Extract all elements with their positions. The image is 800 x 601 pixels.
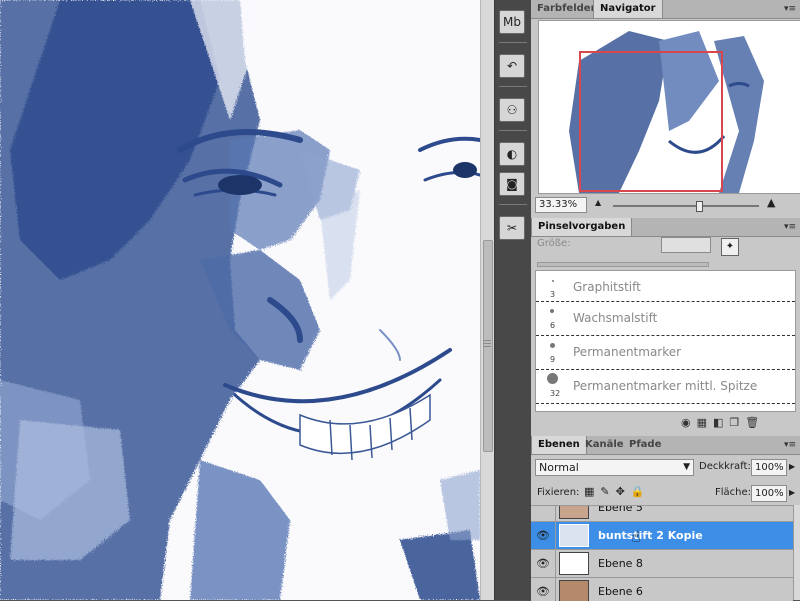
layer-row[interactable]: Ebene 5 (531, 505, 793, 522)
lock-label: Fixieren: (537, 487, 580, 498)
brush-tip-icon (547, 373, 558, 384)
new-preset-icon[interactable]: ❐ (729, 416, 745, 429)
brush-name: Wachsmalstift (573, 311, 658, 325)
layer-list: Ebene 5 👁 buntstift 2 Kopie 👁 Ebene 8 👁 … (531, 505, 793, 601)
opacity-field[interactable]: 100% (751, 459, 787, 476)
layer-thumbnail (559, 506, 589, 519)
history-icon[interactable]: ↶ (499, 54, 525, 78)
brush-settings-icon[interactable]: ✦ (721, 238, 739, 256)
navigator-thumbnail (569, 31, 764, 193)
layer-thumbnail (559, 552, 589, 575)
masks-icon[interactable]: ◙ (499, 172, 525, 196)
layer-visibility-toggle[interactable] (531, 506, 556, 521)
portrait-artwork (0, 0, 480, 600)
zoom-in-icon[interactable]: ▲ (767, 196, 775, 209)
fill-field[interactable]: 100% (751, 485, 787, 502)
layer-name: buntstift 2 Kopie (598, 529, 703, 542)
zoom-out-icon[interactable]: ▲ (595, 198, 601, 207)
navigator-panel-tabbar: Farbfelder Navigator ▾≡ (531, 0, 800, 19)
brush-size: 6 (550, 321, 556, 330)
adjustments-icon[interactable]: ◐ (499, 142, 525, 166)
zoom-field[interactable]: 33.33% (535, 197, 587, 213)
fill-label: Fläche: (715, 487, 752, 498)
dock-separator (499, 42, 527, 43)
brush-size: 9 (550, 355, 556, 364)
scroll-grip (483, 343, 491, 344)
lock-buttons: ▦✎✥🔒 (584, 485, 651, 498)
create-brush-icon[interactable]: ◧ (713, 416, 729, 429)
actions-icon[interactable]: ⚇ (499, 98, 525, 122)
dock-separator (499, 86, 527, 87)
brush-name: Graphitstift (573, 280, 641, 294)
size-label: Größe: (537, 238, 571, 249)
opacity-label: Deckkraft: (699, 461, 751, 472)
chevron-down-icon: ▼ (683, 462, 690, 472)
zoom-slider-track[interactable] (613, 205, 759, 207)
layer-name: Ebene 6 (598, 585, 643, 598)
brush-name: Permanentmarker mittl. Spitze (573, 379, 758, 393)
eye-icon[interactable]: 👁 (531, 522, 556, 549)
panel-menu-icon[interactable]: ▾≡ (784, 436, 796, 454)
toggle-brush-panel-icon[interactable]: ◉ (681, 416, 697, 429)
collapsed-panels-dock: Mb ↶ ⚇ ◐ ◙ ✂ (494, 0, 532, 600)
zoom-slider-thumb[interactable] (696, 201, 703, 212)
navigator-preview[interactable] (538, 20, 800, 194)
blend-mode-select[interactable]: Normal ▼ (535, 459, 694, 476)
layer-row[interactable]: 👁 Ebene 8 (531, 550, 793, 578)
scroll-grip (483, 340, 491, 341)
document-canvas[interactable] (0, 0, 480, 600)
lock-transparency-icon[interactable]: ▦ (584, 485, 600, 498)
layer-name: Ebene 8 (598, 557, 643, 570)
lock-all-icon[interactable]: 🔒 (631, 485, 651, 498)
brush-tip-icon (552, 280, 554, 282)
brush-size: 32 (550, 389, 561, 398)
brush-tip-icon (550, 343, 555, 348)
brush-preset-list: 3 Graphitstift 6 Wachsmalstift 9 Permane… (535, 270, 796, 412)
opacity-arrow-icon[interactable]: ▶ (789, 462, 795, 471)
dock-separator (499, 204, 527, 205)
panel-menu-icon[interactable]: ▾≡ (784, 0, 796, 18)
mini-bridge-icon[interactable]: Mb (499, 10, 525, 34)
lock-pixels-icon[interactable]: ✎ (600, 485, 615, 498)
brush-presets-tabbar: Pinselvorgaben ▾≡ (531, 218, 800, 237)
layer-list-scrollbar[interactable] (793, 505, 800, 600)
right-panel-dock: Farbfelder Navigator ▾≡ 33.33% ▲ ▲ Pinse… (531, 0, 800, 601)
brush-panel-footer: ◉▦◧❐🗑 (681, 416, 765, 429)
tab-pfade[interactable]: Pfade (623, 436, 667, 454)
navigator-zoom-bar: 33.33% ▲ ▲ (531, 196, 800, 216)
size-field[interactable] (661, 237, 711, 253)
layer-thumbnail (559, 580, 589, 601)
brush-preset-row[interactable]: 3 Graphitstift (536, 271, 795, 302)
fill-arrow-icon[interactable]: ▶ (789, 488, 795, 497)
tab-navigator[interactable]: Navigator (593, 0, 663, 18)
canvas-vertical-scrollbar[interactable] (480, 0, 494, 600)
brush-grid-icon[interactable]: ▦ (697, 416, 713, 429)
tool-presets-icon[interactable]: ✂ (499, 216, 525, 240)
blend-mode-value: Normal (539, 461, 579, 474)
brush-preset-row[interactable]: 6 Wachsmalstift (536, 302, 795, 336)
tab-kanaele[interactable]: Kanäle (579, 436, 630, 454)
lock-position-icon[interactable]: ✥ (616, 485, 631, 498)
tab-farbfelder[interactable]: Farbfelder (531, 0, 602, 18)
brush-size: 3 (550, 290, 556, 299)
eye-icon[interactable]: 👁 (531, 578, 556, 601)
layer-row[interactable]: 👁 Ebene 6 (531, 578, 793, 601)
eye-icon[interactable]: 👁 (531, 550, 556, 577)
size-slider[interactable] (537, 262, 709, 267)
brush-preset-row[interactable]: 9 Permanentmarker (536, 336, 795, 370)
layer-row-selected[interactable]: 👁 buntstift 2 Kopie (531, 522, 793, 550)
scroll-grip (483, 346, 491, 347)
hand-cursor-icon: ☝ (631, 527, 641, 546)
dock-separator (499, 130, 527, 131)
brush-tip-icon (550, 309, 554, 313)
layer-name: Ebene 5 (598, 505, 643, 514)
brush-name: Permanentmarker (573, 345, 682, 359)
layer-thumbnail (559, 524, 589, 547)
brush-preset-row[interactable]: 32 Permanentmarker mittl. Spitze (536, 370, 795, 404)
panel-menu-icon[interactable]: ▾≡ (784, 218, 796, 236)
tab-pinselvorgaben[interactable]: Pinselvorgaben (531, 218, 633, 236)
layers-panel-tabbar: Ebenen Kanäle Pfade ▾≡ (531, 436, 800, 455)
delete-icon[interactable]: 🗑 (745, 416, 765, 429)
